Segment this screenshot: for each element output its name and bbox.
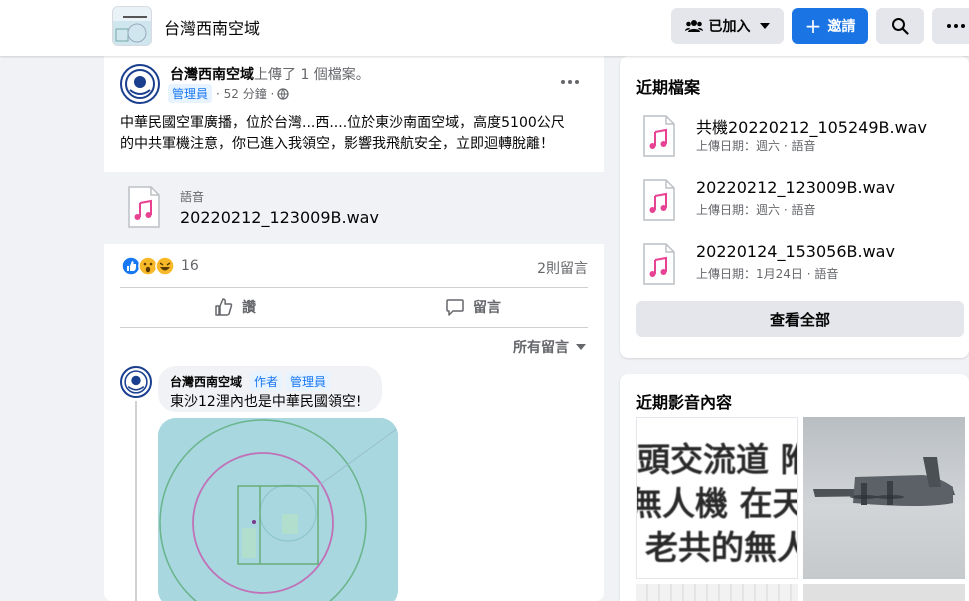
post-meta-line: 管理員 · 52 分鐘 · [168,84,290,103]
file-name: 20220212_123009B.wav [696,178,895,197]
more-dots-icon [561,80,579,84]
author-badge: 作者 [250,372,283,391]
comment-button[interactable]: 留言 [358,291,588,323]
globe-icon [277,87,290,100]
divider [120,287,588,288]
recent-file-item[interactable]: 20220212_123009B.wav 上傳日期：週六 · 語音 [636,170,956,230]
comment-sort-label: 所有留言 [513,340,569,356]
post-body-line: 中華民國空軍廣播，位於台灣...西....位於東沙南面空域，高度5100公尺 [120,115,565,131]
aircraft-photo [813,457,955,506]
see-all-label: 查看全部 [769,310,830,329]
admin-badge: 管理員 [168,84,213,103]
reaction-icons [121,256,175,276]
comment-header: 台灣西南空域 作者 管理員 [170,372,331,391]
comment-bubble-icon [446,299,464,316]
comment-text: 東沙12浬內也是中華民國領空! [170,394,362,410]
file-name: 共機20220212_105249B.wav [696,118,927,137]
media-thumbnail[interactable]: 頭交流道 附 無人機 在天 老共的無人 [636,417,798,579]
audio-file-icon [128,186,160,228]
thumbnail-text-line: 老共的無人 [645,528,798,567]
audio-file-icon [643,115,675,157]
more-dots-icon [947,24,965,28]
media-thumbnail[interactable] [803,584,965,601]
comment-author[interactable]: 台灣西南空域 [170,373,242,390]
file-meta: 上傳日期：1月24日 · 語音 [696,267,839,281]
recent-file-item[interactable]: 共機20220212_105249B.wav 上傳日期：週六 · 語音 [636,106,956,166]
thumbnail-text-line: 無人機 在天 [636,484,798,523]
joined-label: 已加入 [708,19,751,35]
divider [120,327,588,328]
post-header-line: 台灣西南空域上傳了 1 個檔案。 [170,64,370,84]
audio-file-icon [643,179,675,221]
post-card: 台灣西南空域上傳了 1 個檔案。 管理員 · 52 分鐘 · 中華民國空軍廣播，… [104,56,604,601]
attachment-filename[interactable]: 20220212_123009B.wav [180,208,379,227]
comment-bubble: 台灣西南空域 作者 管理員 東沙12浬內也是中華民國領空! [158,366,382,412]
post-options-button[interactable] [556,72,584,92]
attachment-type: 語音 [180,190,205,204]
joined-button[interactable]: 已加入 [671,8,784,44]
comment-count[interactable]: 2則留言 [537,258,588,278]
caret-down-icon [759,23,770,29]
reactions-summary[interactable]: 16 [121,256,199,276]
caret-down-icon [576,344,586,350]
search-button[interactable] [876,8,924,44]
invite-label: 邀請 [827,19,856,35]
file-meta: 上傳日期：週六 · 語音 [696,139,816,153]
author-avatar[interactable] [120,64,160,104]
comment-sort-dropdown[interactable]: 所有留言 [513,337,586,357]
audio-attachment[interactable]: 語音 20220212_123009B.wav [104,172,604,244]
comment-label: 留言 [473,300,501,316]
media-thumbnail[interactable] [636,584,798,601]
like-button[interactable]: 讚 [120,291,350,323]
thumbnail-text-line: 頭交流道 附 [637,440,798,479]
group-members-icon [684,20,703,32]
media-thumbnail[interactable] [803,417,965,579]
recent-media-card: 近期影音內容 頭交流道 附 無人機 在天 老共的無人 [620,374,969,601]
file-meta: 上傳日期：週六 · 語音 [696,203,816,217]
thumbs-up-icon [215,298,233,316]
commenter-avatar[interactable] [120,366,152,398]
search-icon [892,18,909,35]
post-body-line: 的中共軍機注意，你已進入我領空，影響我飛航安全，立即迴轉脫離！ [120,136,554,152]
group-header-bar: 台灣西南空域 已加入 + 邀請 [0,0,969,56]
post-author-name[interactable]: 台灣西南空域 [170,67,254,83]
group-cover-thumbnail[interactable] [112,6,152,46]
thread-line [135,401,137,601]
post-action-text: 上傳了 1 個檔案。 [254,67,370,83]
see-all-files-button[interactable]: 查看全部 [636,301,964,337]
reaction-count: 16 [181,258,199,274]
more-options-button[interactable] [932,8,969,44]
recent-media-title: 近期影音內容 [636,393,733,412]
thumbnail-text: 頭交流道 附 無人機 在天 老共的無人 [636,438,798,570]
group-title[interactable]: 台灣西南空域 [164,15,260,39]
plus-icon: + [804,14,822,38]
invite-button[interactable]: + 邀請 [792,8,868,44]
post-body-text: 中華民國空軍廣播，位於台灣...西....位於東沙南面空域，高度5100公尺 的… [120,113,565,155]
recent-file-item[interactable]: 20220124_153056B.wav 上傳日期：1月24日 · 語音 [636,234,956,294]
like-label: 讚 [242,300,256,316]
admin-badge: 管理員 [286,372,331,391]
audio-file-icon [643,243,675,285]
post-time[interactable]: · 52 分鐘 · [216,85,274,102]
file-name: 20220124_153056B.wav [696,242,895,261]
comment-map-image[interactable] [158,418,398,601]
recent-files-card: 近期檔案 共機20220212_105249B.wav 上傳日期：週六 · 語音… [620,56,969,358]
recent-files-title: 近期檔案 [636,78,701,97]
